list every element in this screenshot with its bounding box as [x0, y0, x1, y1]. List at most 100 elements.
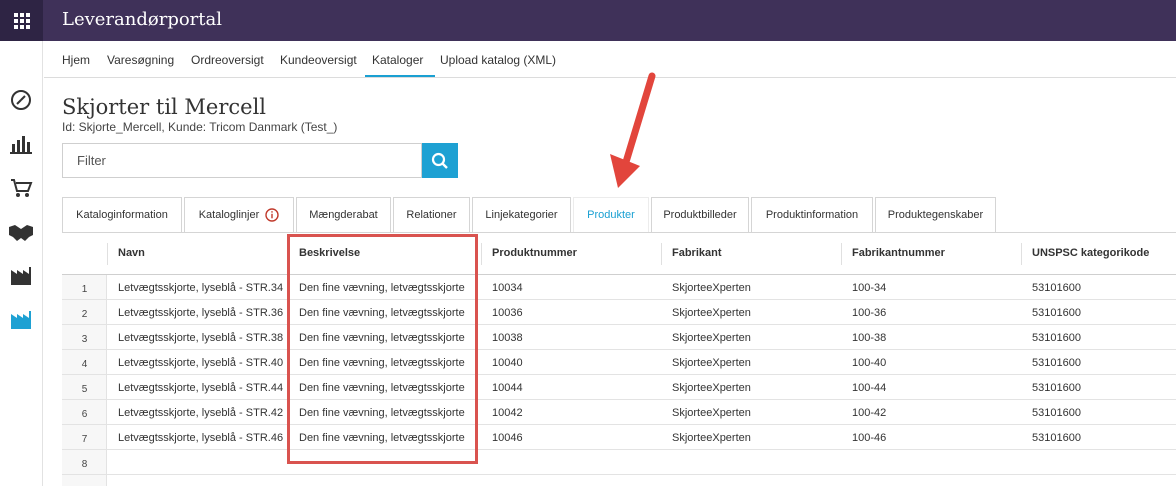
cell-fabrikantnummer[interactable]: 100-36	[852, 307, 886, 319]
table-row[interactable]: 3 Letvægtsskjorte, lyseblå - STR.38 Den fi…	[62, 325, 1176, 350]
cell-produktnummer[interactable]: 10038	[492, 332, 523, 344]
nav-kataloger[interactable]: Kataloger	[372, 53, 423, 67]
cell-navn[interactable]: Letvægtsskjorte, lyseblå - STR.36	[118, 307, 283, 319]
dashboard-gauge-icon[interactable]	[8, 87, 34, 113]
tab-maengderabat[interactable]: Mængderabat	[296, 197, 391, 232]
page-subtitle: Id: Skjorte_Mercell, Kunde: Tricom Danma…	[62, 120, 338, 134]
tab-relationer[interactable]: Relationer	[393, 197, 470, 232]
column-header-fabrikantnummer[interactable]: Fabrikantnummer	[852, 247, 945, 259]
table-row[interactable]: 6 Letvægtsskjorte, lyseblå - STR.42 Den fi…	[62, 400, 1176, 425]
cell-fabrikant[interactable]: SkjorteeXperten	[672, 382, 751, 394]
column-separator	[481, 243, 482, 265]
table-row[interactable]: 2 Letvægtsskjorte, lyseblå - STR.36 Den fi…	[62, 300, 1176, 325]
cell-navn[interactable]: Letvægtsskjorte, lyseblå - STR.42	[118, 407, 283, 419]
cell-unspsc[interactable]: 53101600	[1032, 357, 1081, 369]
tab-produktinformation[interactable]: Produktinformation	[751, 197, 873, 232]
table-row[interactable]: 5 Letvægtsskjorte, lyseblå - STR.44 Den fi…	[62, 375, 1176, 400]
handshake-icon[interactable]	[8, 219, 34, 245]
cell-produktnummer[interactable]: 10036	[492, 307, 523, 319]
app-launcher-button[interactable]	[0, 0, 43, 41]
nav-varesogning[interactable]: Varesøgning	[107, 53, 174, 67]
column-separator	[661, 243, 662, 265]
catalog-tabs: Kataloginformation Kataloglinjer Mængder…	[62, 197, 1176, 232]
cell-navn[interactable]: Letvægtsskjorte, lyseblå - STR.46	[118, 432, 283, 444]
cell-fabrikantnummer[interactable]: 100-44	[852, 382, 886, 394]
column-separator	[1021, 243, 1022, 265]
table-row[interactable]: 4 Letvægtsskjorte, lyseblå - STR.40 Den fi…	[62, 350, 1176, 375]
tab-label: Produktinformation	[765, 209, 859, 221]
cell-navn[interactable]: Letvægtsskjorte, lyseblå - STR.38	[118, 332, 283, 344]
cell-navn[interactable]: Letvægtsskjorte, lyseblå - STR.34	[118, 282, 283, 294]
row-number: 8	[81, 459, 88, 470]
bar-chart-icon[interactable]	[8, 131, 34, 157]
tab-label: Produkter	[587, 209, 635, 221]
cell-unspsc[interactable]: 53101600	[1032, 407, 1081, 419]
factory-icon[interactable]	[8, 263, 34, 289]
tab-label: Produktbilleder	[663, 209, 737, 221]
table-row[interactable]: 7 Letvægtsskjorte, lyseblå - STR.46 Den fi…	[62, 425, 1176, 450]
table-row[interactable]: 8	[62, 450, 1176, 475]
nav-upload-katalog[interactable]: Upload katalog (XML)	[440, 53, 556, 67]
cell-fabrikantnummer[interactable]: 100-34	[852, 282, 886, 294]
cell-fabrikant[interactable]: SkjorteeXperten	[672, 332, 751, 344]
search-button[interactable]	[422, 143, 458, 178]
row-number: 4	[81, 359, 88, 370]
tab-produktbilleder[interactable]: Produktbilleder	[651, 197, 749, 232]
column-header-unspsc[interactable]: UNSPSC kategorikode	[1032, 247, 1149, 259]
cell-unspsc[interactable]: 53101600	[1032, 432, 1081, 444]
cell-fabrikantnummer[interactable]: 100-38	[852, 332, 886, 344]
cell-fabrikant[interactable]: SkjorteeXperten	[672, 282, 751, 294]
cell-produktnummer[interactable]: 10042	[492, 407, 523, 419]
cell-unspsc[interactable]: 53101600	[1032, 307, 1081, 319]
filter-field	[62, 143, 422, 178]
factory-active-icon[interactable]	[8, 307, 34, 333]
tab-kataloglinjer[interactable]: Kataloglinjer	[184, 197, 294, 232]
tab-linjekategorier[interactable]: Linjekategorier	[472, 197, 571, 232]
cell-fabrikantnummer[interactable]: 100-40	[852, 357, 886, 369]
top-bar: Leverandørportal	[0, 0, 1176, 41]
tab-kataloginformation[interactable]: Kataloginformation	[62, 197, 182, 232]
shopping-cart-icon[interactable]	[8, 175, 34, 201]
tab-label: Mængderabat	[309, 209, 378, 221]
nav-kundeoversigt[interactable]: Kundeoversigt	[280, 53, 357, 67]
cell-fabrikant[interactable]: SkjorteeXperten	[672, 407, 751, 419]
filter-input[interactable]	[63, 144, 421, 177]
table-row[interactable]: 1 Letvægtsskjorte, lyseblå - STR.34 Den fi…	[62, 275, 1176, 300]
cell-unspsc[interactable]: 53101600	[1032, 332, 1081, 344]
info-warning-icon	[265, 208, 279, 222]
cell-unspsc[interactable]: 53101600	[1032, 282, 1081, 294]
app-title: Leverandørportal	[62, 9, 223, 30]
row-number: 3	[81, 334, 88, 345]
column-separator	[107, 243, 108, 265]
cell-navn[interactable]: Letvægtsskjorte, lyseblå - STR.44	[118, 382, 283, 394]
cell-produktnummer[interactable]: 10040	[492, 357, 523, 369]
tab-label: Kataloglinjer	[198, 209, 260, 221]
table-header: Navn Beskrivelse Produktnummer Fabrikant…	[62, 233, 1176, 275]
tab-produktegenskaber[interactable]: Produktegenskaber	[875, 197, 996, 232]
cell-fabrikant[interactable]: SkjorteeXperten	[672, 432, 751, 444]
tab-label: Relationer	[406, 209, 457, 221]
row-number: 1	[81, 284, 88, 295]
cell-produktnummer[interactable]: 10034	[492, 282, 523, 294]
cell-fabrikant[interactable]: SkjorteeXperten	[672, 357, 751, 369]
row-number: 7	[81, 434, 88, 445]
cell-fabrikantnummer[interactable]: 100-42	[852, 407, 886, 419]
tab-label: Linjekategorier	[485, 209, 558, 221]
tab-produkter[interactable]: Produkter	[573, 197, 649, 232]
row-number: 2	[81, 309, 88, 320]
search-icon	[431, 152, 448, 169]
row-number: 6	[81, 409, 88, 420]
cell-fabrikantnummer[interactable]: 100-46	[852, 432, 886, 444]
column-header-produktnummer[interactable]: Produktnummer	[492, 247, 577, 259]
nav-hjem[interactable]: Hjem	[62, 53, 90, 67]
nav-ordreoversigt[interactable]: Ordreoversigt	[191, 53, 264, 67]
cell-produktnummer[interactable]: 10044	[492, 382, 523, 394]
cell-produktnummer[interactable]: 10046	[492, 432, 523, 444]
red-arrow-annotation	[610, 72, 656, 188]
column-header-fabrikant[interactable]: Fabrikant	[672, 247, 722, 259]
cell-navn[interactable]: Letvægtsskjorte, lyseblå - STR.40	[118, 357, 283, 369]
cell-fabrikant[interactable]: SkjorteeXperten	[672, 307, 751, 319]
cell-unspsc[interactable]: 53101600	[1032, 382, 1081, 394]
column-header-navn[interactable]: Navn	[118, 247, 145, 259]
row-number: 5	[81, 384, 88, 395]
